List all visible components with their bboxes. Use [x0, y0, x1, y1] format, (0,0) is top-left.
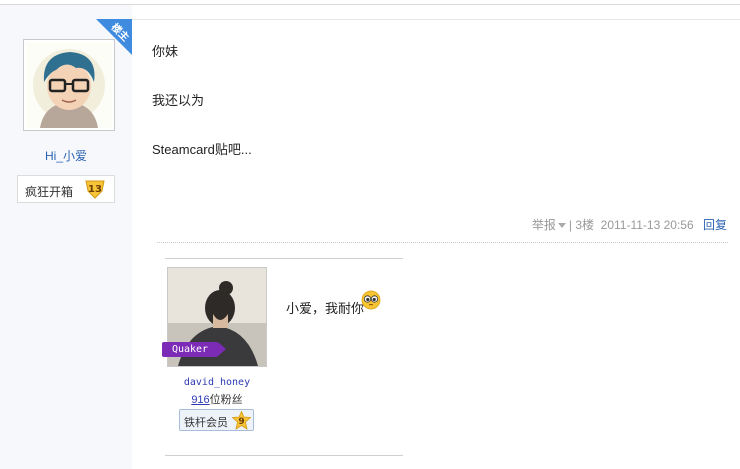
- sub-username[interactable]: david_honey: [165, 377, 269, 388]
- sub-post-top-divider: [165, 258, 403, 259]
- member-level-badge[interactable]: 铁杆会员 9: [179, 409, 254, 431]
- caret-down-icon[interactable]: [557, 223, 566, 229]
- post-content: 你妹 我还以为 Steamcard贴吧...: [152, 42, 252, 189]
- fans-label: 位粉丝: [209, 394, 243, 406]
- author-level-badge[interactable]: 疯狂开箱 13: [17, 175, 115, 203]
- sub-post-text: 小爱，我耐你: [286, 301, 365, 316]
- author-username[interactable]: Hi_小爱: [0, 147, 132, 164]
- fans-count: 916位粉丝: [165, 391, 269, 407]
- fans-number[interactable]: 916: [191, 394, 209, 406]
- member-title: 铁杆会员: [184, 417, 228, 429]
- post-line: Steamcard贴吧...: [152, 142, 252, 157]
- quaker-tag: Quaker: [162, 342, 226, 357]
- sub-post-bottom-divider: [165, 455, 403, 456]
- floor-number: 3楼: [575, 218, 594, 232]
- reply-divider: [157, 242, 728, 243]
- content-top-divider: [132, 19, 740, 20]
- level-shield-icon: 13: [84, 178, 106, 200]
- level-title: 疯狂开箱: [25, 185, 74, 199]
- post-timestamp: 2011-11-13 20:56: [600, 218, 694, 232]
- post-line: 我还以为: [152, 93, 205, 108]
- reply-link[interactable]: 回复: [703, 218, 727, 232]
- member-level-number: 9: [238, 417, 244, 427]
- level-number: 13: [88, 184, 102, 195]
- emoji-pleading-icon: [361, 290, 381, 310]
- post-meta: 举报 | 3楼 2011-11-13 20:56 回复: [531, 218, 727, 232]
- post-line: 你妹: [152, 44, 179, 59]
- report-link[interactable]: 举报: [532, 218, 556, 232]
- thread-starter-badge: 楼主: [96, 19, 132, 55]
- level-star-icon: 9: [231, 410, 252, 430]
